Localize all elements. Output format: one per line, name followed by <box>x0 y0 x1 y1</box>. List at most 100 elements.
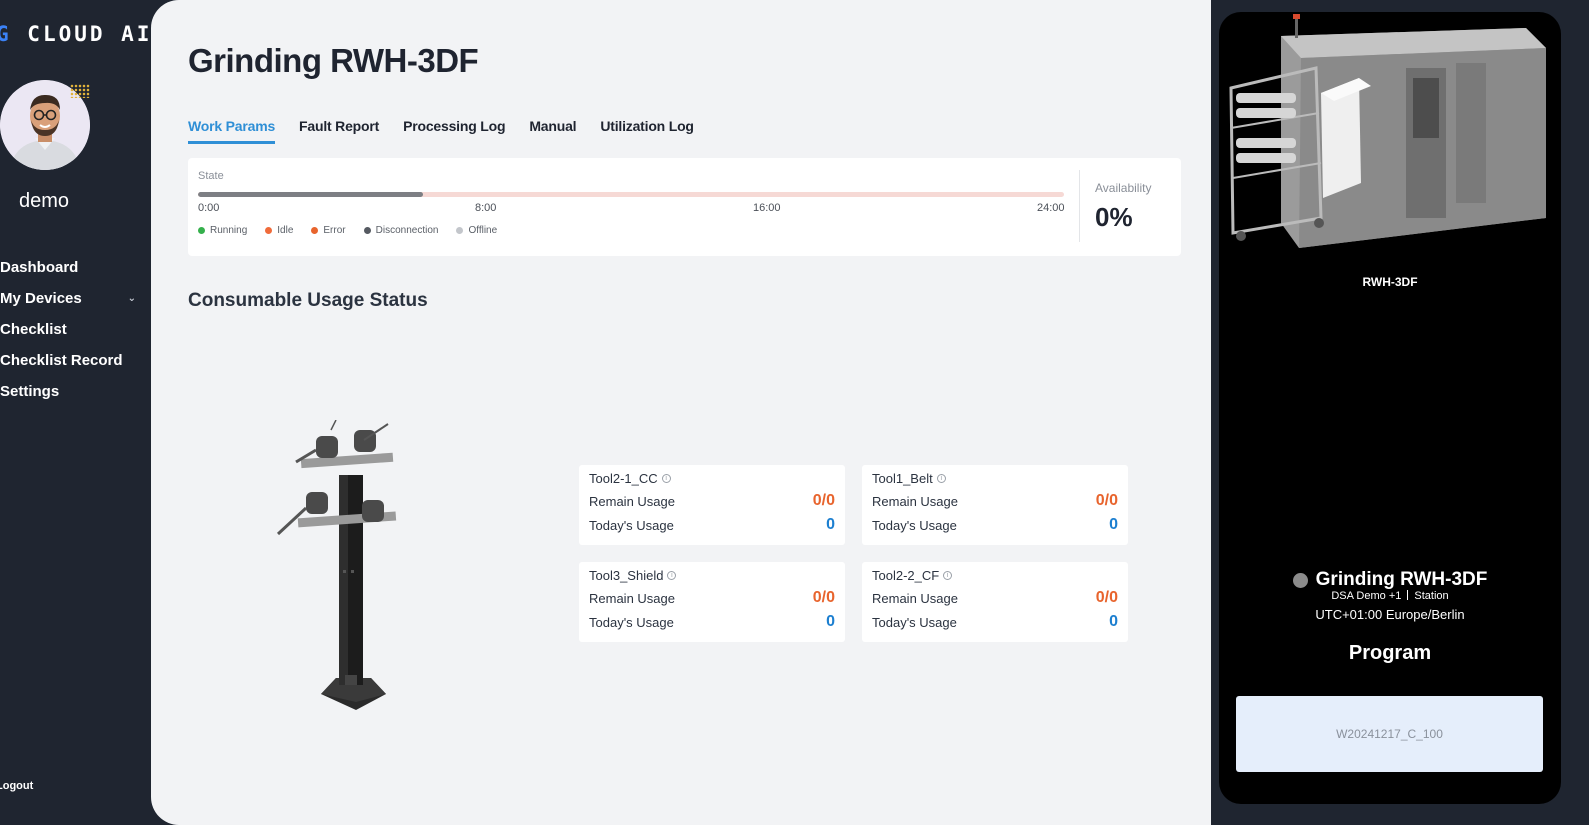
sidebar-nav: Dashboard My Devices ⌄ Checklist Checklis… <box>0 252 150 407</box>
info-icon[interactable]: i <box>667 570 677 580</box>
tool-name: Tool3_Shield <box>589 567 664 583</box>
availability-label: Availability <box>1095 181 1152 195</box>
remain-usage-value: 0/0 <box>812 589 835 606</box>
main-content: Grinding RWH-3DF Work Params Fault Repor… <box>151 0 1211 825</box>
consumable-card[interactable]: Tool2-1_CC i Remain Usage 0/0 Today's Usag… <box>579 465 845 545</box>
legend-label: Error <box>323 225 346 236</box>
device-timezone: UTC+01:00 Europe/Berlin <box>1315 607 1465 622</box>
tool-name-row: Tool1_Belt i <box>872 470 1118 486</box>
legend-disconnection: Disconnection <box>363 225 439 236</box>
info-icon[interactable]: i <box>936 473 946 483</box>
tab-work-params[interactable]: Work Params <box>188 118 275 144</box>
legend-label: Offline <box>468 225 498 236</box>
consumable-card[interactable]: Tool1_Belt i Remain Usage 0/0 Today's Usag… <box>862 465 1128 545</box>
legend-dot <box>198 227 205 234</box>
consumable-card[interactable]: Tool3_Shield i Remain Usage 0/0 Today's Us… <box>579 562 845 642</box>
state-legend: Running Idle Error Disconnection Offline <box>198 225 497 236</box>
legend-label: Running <box>210 225 248 236</box>
tab-processing-log[interactable]: Processing Log <box>403 118 505 144</box>
username: demo <box>18 190 70 212</box>
timeline-tick: 8:00 <box>475 202 497 214</box>
program-label: Program <box>1348 642 1432 664</box>
brand-mark: G <box>0 22 12 46</box>
today-usage-label: Today's Usage <box>872 517 957 533</box>
device-meta: DSA Demo +1 Station <box>1219 590 1561 602</box>
device-name-row: Grinding RWH-3DF <box>1219 569 1561 591</box>
status-dot-icon <box>1292 572 1308 588</box>
legend-label: Disconnection <box>375 225 439 236</box>
today-usage-value: 0 <box>1109 613 1118 630</box>
timeline-recorded-segment <box>198 192 424 197</box>
legend-idle: Idle <box>265 225 293 236</box>
nav-item-my-devices[interactable]: My Devices ⌄ <box>0 283 150 314</box>
divider <box>1079 170 1080 242</box>
info-icon[interactable]: i <box>943 570 953 580</box>
tool-name-row: Tool3_Shield i <box>589 567 835 583</box>
legend-error: Error <box>311 225 346 236</box>
legend-label: Idle <box>277 225 294 236</box>
remain-usage-value: 0/0 <box>1095 589 1118 606</box>
brand-logo: G CLOUD AI <box>0 22 152 46</box>
tool-name-row: Tool2-2_CF i <box>872 567 1118 583</box>
remain-usage-label: Remain Usage <box>872 493 958 509</box>
nav-item-checklist-record[interactable]: Checklist Record <box>0 345 150 376</box>
program-value: W20241217_C_100 <box>1336 727 1443 741</box>
legend-dot <box>363 227 371 234</box>
today-usage-value: 0 <box>826 613 835 630</box>
state-timeline[interactable] <box>198 192 1064 197</box>
legend-dot <box>456 227 464 234</box>
today-usage-label: Today's Usage <box>589 614 674 630</box>
nav-item-label: Checklist Record <box>0 352 123 369</box>
program-box[interactable]: W20241217_C_100 <box>1236 696 1543 772</box>
decorative-dots <box>70 84 90 98</box>
tab-bar: Work Params Fault Report Processing Log … <box>188 118 694 144</box>
remain-usage-row: Remain Usage 0/0 <box>589 589 835 606</box>
legend-dot <box>311 227 319 234</box>
tab-utilization-log[interactable]: Utilization Log <box>600 118 694 144</box>
page-title: Grinding RWH-3DF <box>188 42 479 79</box>
state-label: State <box>198 170 224 182</box>
device-panel: RWH-3DF Grinding RWH-3DF DSA Demo +1 Stat… <box>1219 12 1561 804</box>
legend-running: Running <box>198 225 247 236</box>
tab-manual[interactable]: Manual <box>529 118 576 144</box>
legend-dot <box>265 227 273 234</box>
today-usage-row: Today's Usage 0 <box>872 516 1118 533</box>
remain-usage-label: Remain Usage <box>589 493 675 509</box>
timeline-tick: 16:00 <box>753 202 781 214</box>
device-type: Station <box>1414 590 1449 602</box>
state-card: State 0:00 8:00 16:00 24:00 Running Idle… <box>188 158 1181 256</box>
nav-item-label: Checklist <box>0 321 67 338</box>
today-usage-row: Today's Usage 0 <box>589 516 835 533</box>
nav-item-label: Settings <box>0 383 60 400</box>
timeline-tick: 0:00 <box>198 202 220 214</box>
today-usage-row: Today's Usage 0 <box>872 613 1118 630</box>
timeline-tick: 24:00 <box>1037 202 1065 214</box>
remain-usage-label: Remain Usage <box>872 590 958 606</box>
nav-item-checklist[interactable]: Checklist <box>0 314 150 345</box>
tool-stand-illustration <box>276 420 397 710</box>
logout-link[interactable]: Logout <box>0 780 33 792</box>
nav-item-label: My Devices <box>0 290 82 307</box>
nav-item-label: Dashboard <box>0 259 79 276</box>
nav-item-settings[interactable]: Settings <box>0 376 150 407</box>
consumable-card[interactable]: Tool2-2_CF i Remain Usage 0/0 Today's Usag… <box>862 562 1128 642</box>
chevron-down-icon: ⌄ <box>127 293 136 304</box>
tool-name-row: Tool2-1_CC i <box>589 471 835 486</box>
tab-fault-report[interactable]: Fault Report <box>299 118 379 144</box>
today-usage-label: Today's Usage <box>872 614 957 630</box>
today-usage-value: 0 <box>826 516 835 533</box>
remain-usage-value: 0/0 <box>1095 492 1118 509</box>
remain-usage-row: Remain Usage 0/0 <box>872 492 1118 509</box>
remain-usage-row: Remain Usage 0/0 <box>872 589 1118 606</box>
info-icon[interactable]: i <box>661 473 671 483</box>
machine-caption: RWH-3DF <box>1362 275 1418 289</box>
nav-item-dashboard[interactable]: Dashboard <box>0 252 150 283</box>
remain-usage-label: Remain Usage <box>589 590 675 606</box>
remain-usage-row: Remain Usage 0/0 <box>589 492 835 509</box>
remain-usage-value: 0/0 <box>812 492 835 509</box>
consumables-title: Consumable Usage Status <box>188 290 428 311</box>
divider <box>1407 590 1409 600</box>
tool-name: Tool1_Belt <box>872 470 933 486</box>
tool-name: Tool2-2_CF <box>872 567 940 583</box>
sidebar: G CLOUD AI demo Dashboard My Devices ⌄ Ch… <box>0 0 160 825</box>
